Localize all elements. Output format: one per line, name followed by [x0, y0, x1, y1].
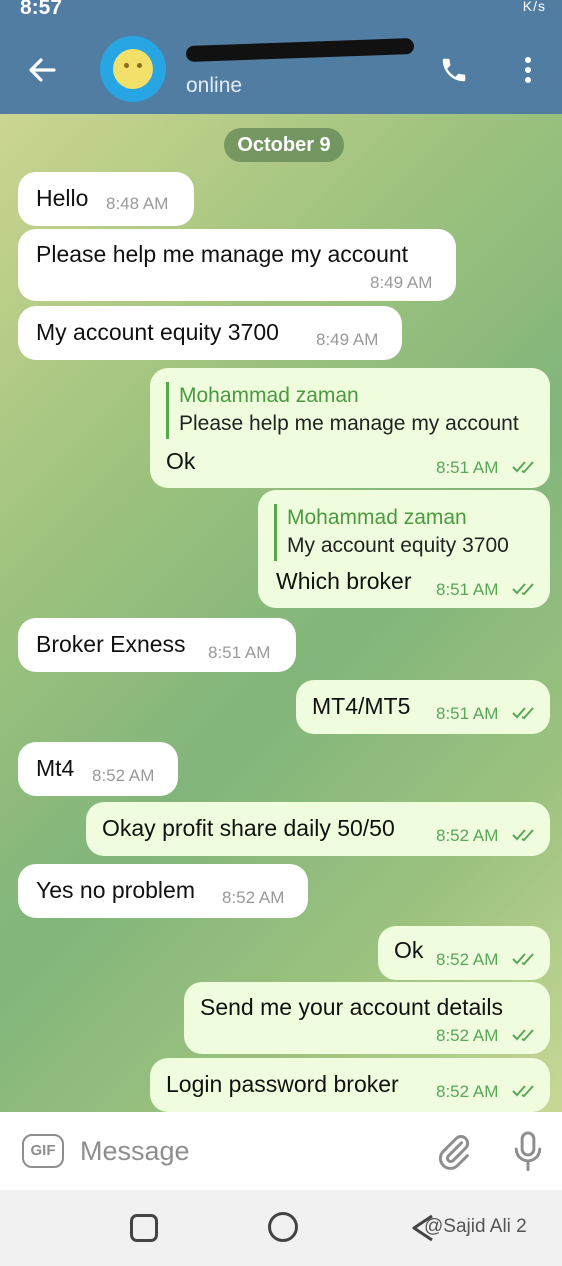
message-incoming[interactable]: Hello 8:48 AM: [18, 172, 194, 226]
message-text: Okay profit share daily 50/50: [102, 815, 395, 841]
watermark-text: @Sajid Ali 2: [424, 1216, 527, 1237]
read-check-icon: [512, 1085, 534, 1098]
date-chip: October 9: [224, 128, 344, 162]
message-outgoing[interactable]: Mohammad zaman Please help me manage my …: [150, 368, 550, 488]
message-text: MT4/MT5: [312, 693, 411, 719]
read-check-icon: [512, 707, 534, 720]
more-menu-button[interactable]: [510, 48, 546, 92]
message-outgoing[interactable]: Ok 8:52 AM: [378, 926, 550, 980]
read-check-icon: [512, 953, 534, 966]
reply-author: Mohammad zaman: [179, 384, 359, 407]
message-incoming[interactable]: My account equity 3700 8:49 AM: [18, 306, 402, 360]
message-incoming[interactable]: Please help me manage my account 8:49 AM: [18, 229, 456, 301]
message-text: Mt4: [36, 755, 75, 781]
message-outgoing[interactable]: Send me your account details 8:52 AM: [184, 982, 550, 1054]
message-list[interactable]: October 9 Hello 8:48 AM Please help me m…: [0, 114, 562, 1112]
reply-quote[interactable]: Mohammad zaman My account equity 3700: [274, 504, 509, 561]
message-outgoing[interactable]: Mohammad zaman My account equity 3700 Wh…: [258, 490, 550, 608]
reply-text: My account equity 3700: [287, 534, 509, 557]
message-outgoing[interactable]: MT4/MT5 8:51 AM: [296, 680, 550, 734]
back-button[interactable]: [18, 46, 66, 94]
message-time: 8:52 AM: [436, 950, 499, 969]
avatar[interactable]: [100, 36, 166, 102]
status-bar: 8:57 K/s: [0, 0, 562, 24]
call-button[interactable]: [432, 48, 476, 92]
message-time: 8:49 AM: [370, 273, 433, 292]
message-text: My account equity 3700: [36, 319, 279, 345]
home-button[interactable]: [268, 1212, 298, 1242]
message-time: 8:48 AM: [106, 194, 169, 213]
message-time: 8:52 AM: [436, 1026, 499, 1045]
message-text: Send me your account details: [200, 994, 504, 1020]
moon-face-icon: [113, 49, 153, 89]
read-check-icon: [512, 1029, 534, 1042]
chat-status: online: [186, 74, 243, 97]
paperclip-icon: [438, 1135, 470, 1170]
message-text: Yes no problem: [36, 877, 195, 903]
message-time: 8:52 AM: [222, 888, 285, 907]
back-arrow-icon: [29, 58, 56, 82]
message-text: Broker Exness: [36, 631, 186, 657]
reply-quote[interactable]: Mohammad zaman Please help me manage my …: [166, 382, 519, 439]
message-composer: GIF: [0, 1112, 562, 1190]
message-text: Login password broker: [166, 1071, 399, 1097]
message-incoming[interactable]: Yes no problem 8:52 AM: [18, 864, 308, 918]
read-check-icon: [512, 829, 534, 842]
message-text: Which broker: [276, 568, 412, 594]
more-vertical-icon: [525, 57, 531, 83]
chat-title-redacted[interactable]: [185, 34, 416, 62]
microphone-icon: [514, 1131, 542, 1172]
message-time: 8:52 AM: [436, 826, 499, 845]
message-time: 8:51 AM: [436, 704, 499, 723]
message-time: 8:49 AM: [316, 330, 379, 349]
message-text: Please help me manage my account: [36, 241, 409, 267]
system-nav-bar: @Sajid Ali 2: [0, 1190, 562, 1266]
message-outgoing[interactable]: Login password broker 8:52 AM: [150, 1058, 550, 1112]
message-time: 8:52 AM: [92, 766, 155, 785]
message-time: 8:52 AM: [436, 1082, 499, 1101]
message-outgoing[interactable]: Okay profit share daily 50/50 8:52 AM: [86, 802, 550, 856]
recent-apps-button[interactable]: [130, 1214, 158, 1242]
message-text: Ok: [166, 448, 196, 474]
message-text: Hello: [36, 185, 89, 211]
gif-button[interactable]: GIF: [22, 1134, 64, 1168]
message-time: 8:51 AM: [436, 458, 499, 477]
message-time: 8:51 AM: [208, 643, 271, 662]
voice-record-button[interactable]: [510, 1130, 546, 1174]
reply-author: Mohammad zaman: [287, 506, 467, 529]
redaction-mark: [185, 38, 415, 62]
message-text: Ok: [394, 937, 424, 963]
read-check-icon: [512, 583, 534, 596]
message-incoming[interactable]: Mt4 8:52 AM: [18, 742, 178, 796]
status-network-speed: K/s: [522, 0, 546, 14]
status-time: 8:57: [20, 0, 63, 19]
message-input[interactable]: [80, 1130, 410, 1172]
message-time: 8:51 AM: [436, 580, 499, 599]
phone-icon: [442, 58, 466, 82]
attach-button[interactable]: [434, 1132, 474, 1172]
message-incoming[interactable]: Broker Exness 8:51 AM: [18, 618, 296, 672]
chat-header: online: [0, 24, 562, 114]
reply-text: Please help me manage my account: [179, 412, 519, 435]
read-check-icon: [512, 461, 534, 474]
